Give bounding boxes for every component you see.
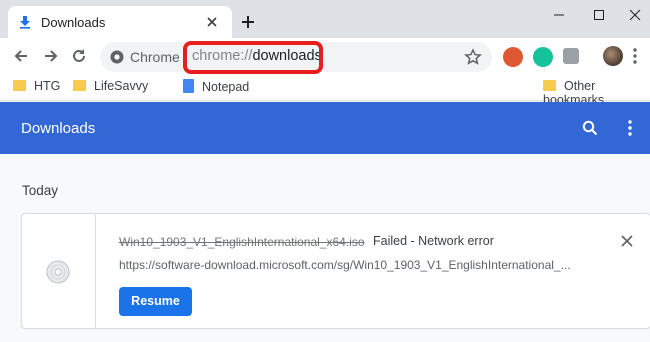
back-button[interactable] <box>12 47 30 65</box>
toolbar: Chrome chrome://downloads <box>0 38 650 75</box>
download-filename[interactable]: Win10_1903_V1_EnglishInternational_x64.i… <box>119 235 365 249</box>
folder-icon <box>543 80 556 91</box>
downloads-content: Today Win10_1903_V1_EnglishInternational… <box>0 154 650 342</box>
download-item-card: Win10_1903_V1_EnglishInternational_x64.i… <box>21 213 650 329</box>
disc-file-icon <box>46 260 70 284</box>
page-title: Downloads <box>21 120 96 137</box>
profile-avatar[interactable] <box>603 46 623 66</box>
address-bar[interactable]: Chrome chrome://downloads <box>100 41 492 74</box>
forward-button[interactable] <box>42 47 60 65</box>
bookmark-label: HTG <box>34 79 61 93</box>
tab-downloads[interactable]: Downloads <box>8 6 232 38</box>
grammarly-extension-icon[interactable] <box>533 47 553 67</box>
new-tab-button[interactable] <box>240 14 256 30</box>
tab-title: Downloads <box>41 15 106 30</box>
bookmark-label: LifeSavvy <box>94 79 149 93</box>
bookmark-htg[interactable]: HTG <box>13 79 60 97</box>
download-status: Failed - Network error <box>373 234 494 248</box>
chrome-icon <box>110 50 124 64</box>
document-icon <box>183 79 194 93</box>
search-icon[interactable] <box>582 120 598 136</box>
url-highlight-box <box>183 41 323 74</box>
tab-strip: Downloads <box>0 0 650 38</box>
chrome-menu-icon[interactable] <box>632 47 638 65</box>
window-close-button[interactable] <box>622 4 648 26</box>
folder-icon <box>73 80 86 91</box>
file-icon-area <box>22 214 96 328</box>
bookmarks-bar: HTG LifeSavvy Notepad Other bookmarks <box>0 75 650 107</box>
bookmark-notepad[interactable]: Notepad <box>183 79 249 97</box>
more-options-icon[interactable] <box>626 120 634 136</box>
download-source-url[interactable]: https://software-download.microsoft.com/… <box>119 258 571 272</box>
maximize-button[interactable] <box>586 4 612 26</box>
downloads-header: Downloads <box>0 102 650 154</box>
bookmark-label: Notepad <box>202 80 250 94</box>
duckduckgo-extension-icon[interactable] <box>503 47 523 67</box>
section-heading: Today <box>22 183 59 198</box>
briefcase-extension-icon[interactable] <box>563 48 579 64</box>
download-icon <box>20 16 30 29</box>
reload-button[interactable] <box>70 47 88 65</box>
minimize-button[interactable] <box>546 4 572 26</box>
resume-button[interactable]: Resume <box>119 287 192 316</box>
folder-icon <box>13 80 26 91</box>
bookmark-other[interactable]: Other bookmarks <box>543 79 650 107</box>
bookmark-lifesavvy[interactable]: LifeSavvy <box>73 79 148 97</box>
close-tab-icon[interactable] <box>204 14 220 30</box>
remove-download-icon[interactable] <box>620 234 634 248</box>
site-label: Chrome <box>130 49 180 65</box>
bookmark-star-icon[interactable] <box>464 48 482 66</box>
